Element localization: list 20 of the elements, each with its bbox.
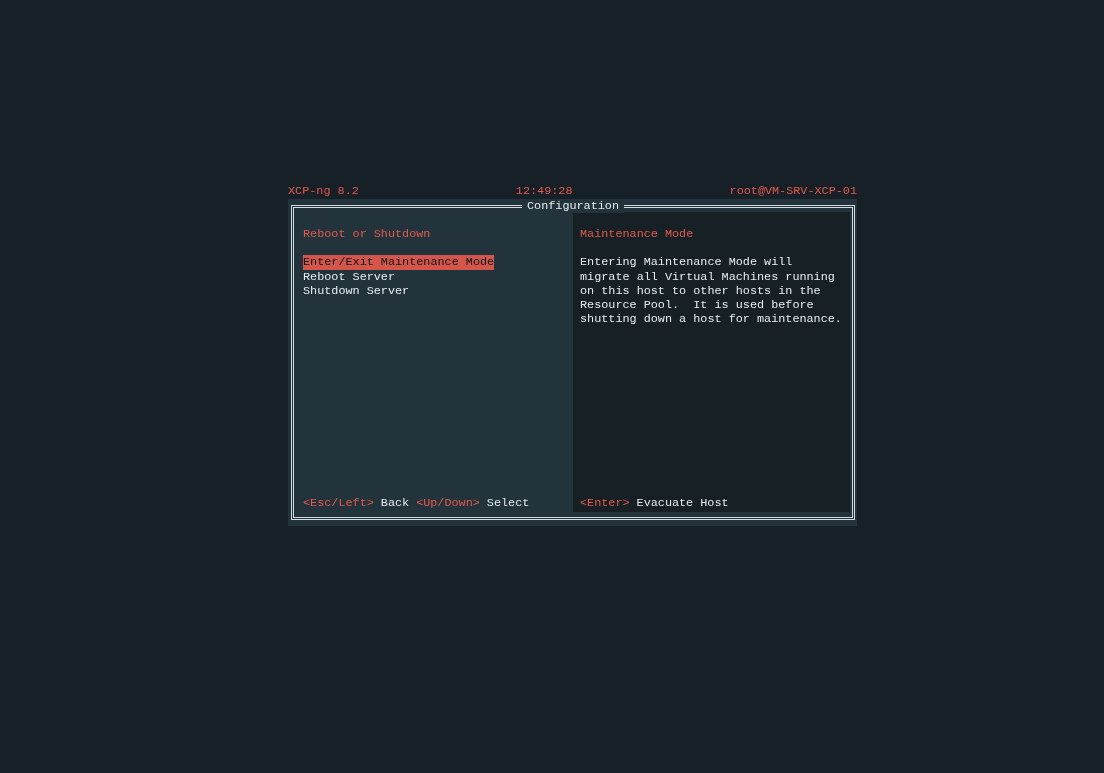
key-action: Evacuate Host [636, 495, 729, 510]
window-title: Configuration [522, 199, 624, 213]
key-hint: <Enter> [580, 495, 630, 510]
product-version: XCP-ng 8.2 [288, 183, 359, 199]
clock-time: 12:49:28 [515, 183, 573, 199]
host-name: root@VM-SRV-XCP-01 [729, 183, 857, 199]
menu-item[interactable]: Reboot Server [303, 269, 396, 284]
menu-item[interactable]: Shutdown Server [303, 283, 410, 299]
key-action: Select [486, 495, 530, 510]
menu-item[interactable]: Enter/Exit Maintenance Mode [303, 255, 495, 270]
panel-title: Reboot or Shutdown [303, 227, 431, 242]
description-line: Entering Maintenance Mode will [580, 255, 793, 270]
description-line: on this host to other hosts in the [580, 283, 821, 299]
key-hint: <Esc/Left> [303, 495, 374, 510]
description-line: Resource Pool. It is used before [580, 298, 814, 313]
key-action: Back [380, 495, 410, 510]
key-hint: <Up/Down> [416, 495, 480, 510]
description-line: migrate all Virtual Machines running [580, 269, 835, 284]
description-line: shutting down a host for maintenance. [580, 312, 842, 327]
panel-title: Maintenance Mode [580, 227, 694, 242]
